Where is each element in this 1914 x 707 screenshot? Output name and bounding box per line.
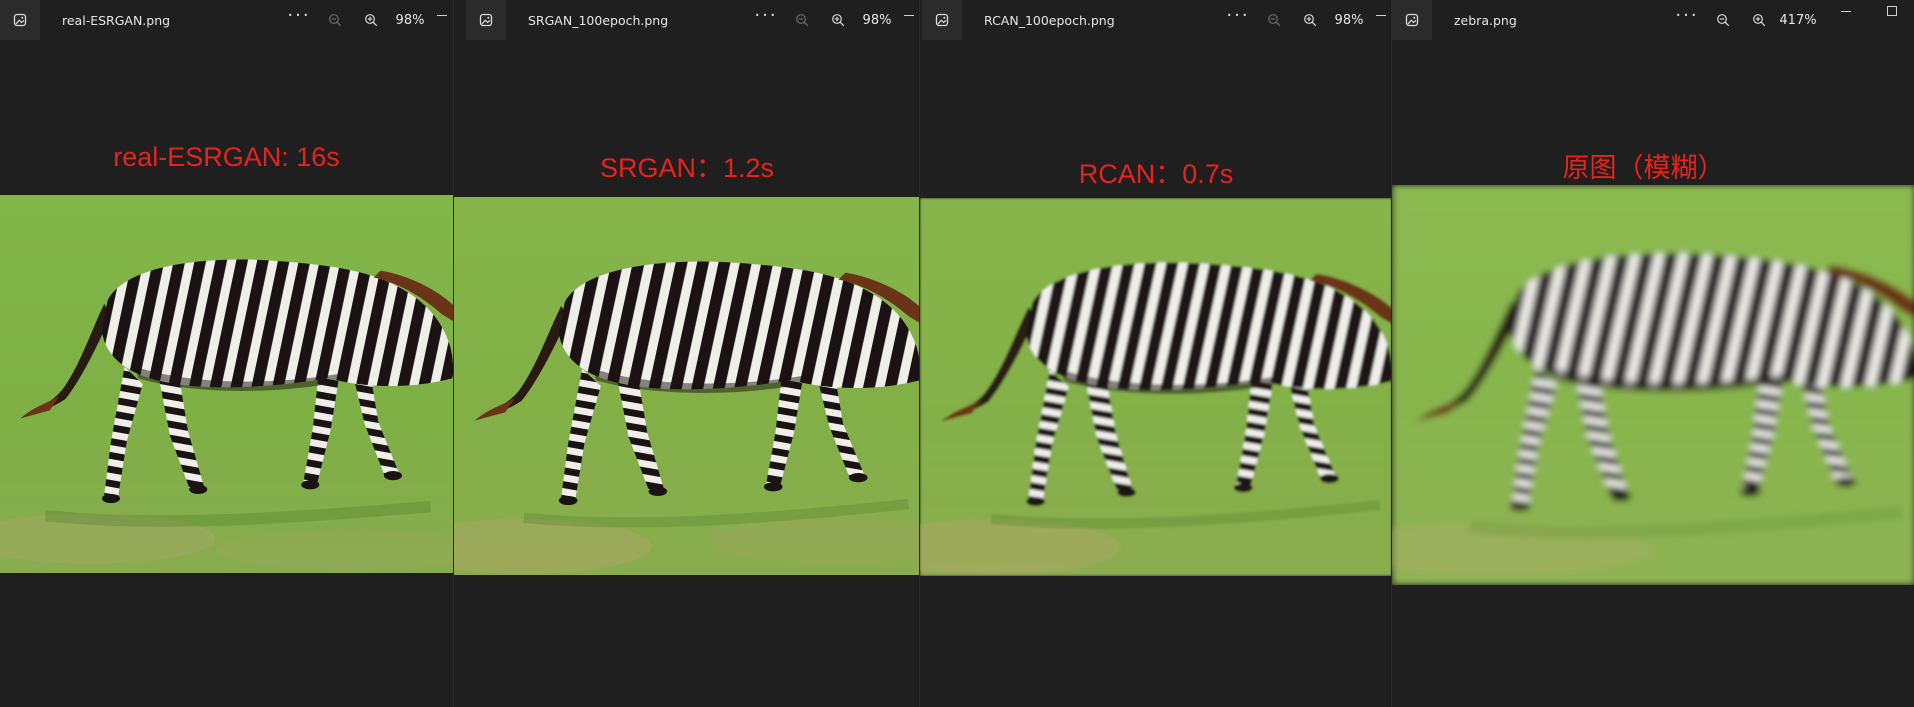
zoom-out-icon — [1268, 14, 1281, 27]
more-options-icon: ··· — [287, 5, 311, 26]
title-bar[interactable]: real-ESRGAN.png ··· 98% — [0, 0, 453, 40]
zoom-in-icon — [1304, 14, 1317, 27]
zebra-image — [920, 198, 1392, 576]
zebra-photo[interactable] — [454, 197, 920, 575]
zoom-in-icon — [365, 14, 378, 27]
zoom-level[interactable]: 98% — [1328, 13, 1370, 28]
screen: real-ESRGAN.png ··· 98% real-ESRGAN: 16s… — [0, 0, 1914, 707]
zebra-image — [0, 195, 453, 573]
photo-viewer-icon — [935, 13, 949, 27]
zoom-in-icon — [1753, 14, 1766, 27]
minimize-button[interactable] — [431, 4, 453, 36]
zoom-out-icon — [796, 14, 809, 27]
more-options-button[interactable]: ··· — [1669, 4, 1705, 36]
zoom-out-button[interactable] — [317, 4, 353, 36]
zoom-out-button[interactable] — [1256, 4, 1292, 36]
photo-viewer-icon — [13, 13, 27, 27]
zoom-in-button[interactable] — [820, 4, 856, 36]
file-name: SRGAN_100epoch.png — [528, 12, 669, 28]
maximize-button[interactable] — [1869, 0, 1914, 22]
minimize-button[interactable] — [1370, 4, 1392, 36]
more-options-button[interactable]: ··· — [1220, 4, 1256, 36]
toolbar: ··· 98% — [748, 4, 920, 36]
more-options-icon: ··· — [1675, 5, 1699, 26]
method-caption: RCAN：0.7s — [1078, 159, 1234, 189]
minimize-icon — [1841, 10, 1851, 12]
zoom-level[interactable]: 98% — [856, 13, 898, 28]
toolbar: ··· 98% — [281, 4, 453, 36]
zoom-in-button[interactable] — [353, 4, 389, 36]
zebra-photo[interactable] — [1392, 185, 1914, 585]
zoom-level[interactable]: 98% — [389, 13, 431, 28]
viewer-window-original: zebra.png ··· 417% 原图（模糊） — [1391, 0, 1914, 707]
zoom-out-button[interactable] — [1705, 4, 1741, 36]
zoom-out-icon — [329, 14, 342, 27]
title-bar[interactable]: SRGAN_100epoch.png ··· 98% — [454, 0, 920, 40]
zebra-photo[interactable] — [920, 198, 1392, 576]
app-icon-button[interactable] — [1392, 0, 1432, 40]
method-caption: SRGAN：1.2s — [599, 153, 775, 183]
more-options-button[interactable]: ··· — [748, 4, 784, 36]
zebra-image — [1392, 185, 1914, 585]
zebra-photo[interactable] — [0, 195, 453, 573]
more-options-icon: ··· — [1226, 5, 1250, 26]
zoom-in-icon — [832, 14, 845, 27]
zoom-in-button[interactable] — [1741, 4, 1777, 36]
maximize-icon — [1887, 6, 1897, 16]
photo-viewer-icon — [1405, 13, 1419, 27]
window-controls — [1823, 0, 1914, 24]
app-icon-button[interactable] — [466, 0, 506, 40]
minimize-icon — [437, 15, 447, 16]
toolbar: ··· 417% — [1669, 4, 1819, 36]
method-caption: real-ESRGAN: 16s — [113, 142, 340, 172]
zoom-out-button[interactable] — [784, 4, 820, 36]
viewer-window-real-esrgan: real-ESRGAN.png ··· 98% real-ESRGAN: 16s — [0, 0, 453, 707]
zoom-in-button[interactable] — [1292, 4, 1328, 36]
method-caption: 原图（模糊） — [1562, 153, 1725, 183]
minimize-button[interactable] — [898, 4, 920, 36]
zoom-out-icon — [1717, 14, 1730, 27]
zebra-image — [454, 197, 920, 575]
viewer-window-rcan: RCAN_100epoch.png ··· 98% RCAN：0.7s — [919, 0, 1392, 707]
viewer-window-srgan: SRGAN_100epoch.png ··· 98% SRGAN：1.2s — [453, 0, 920, 707]
file-name: real-ESRGAN.png — [62, 12, 171, 28]
file-name: RCAN_100epoch.png — [984, 12, 1115, 28]
title-bar[interactable]: RCAN_100epoch.png ··· 98% — [920, 0, 1392, 40]
minimize-icon — [1376, 15, 1386, 16]
app-icon-button[interactable] — [922, 0, 962, 40]
file-name: zebra.png — [1454, 12, 1517, 28]
minimize-icon — [904, 15, 914, 16]
minimize-button[interactable] — [1823, 0, 1869, 22]
photo-viewer-icon — [479, 13, 493, 27]
app-icon-button[interactable] — [0, 0, 40, 40]
more-options-button[interactable]: ··· — [281, 4, 317, 36]
toolbar: ··· 98% — [1220, 4, 1392, 36]
more-options-icon: ··· — [754, 5, 778, 26]
zoom-level[interactable]: 417% — [1777, 13, 1819, 28]
